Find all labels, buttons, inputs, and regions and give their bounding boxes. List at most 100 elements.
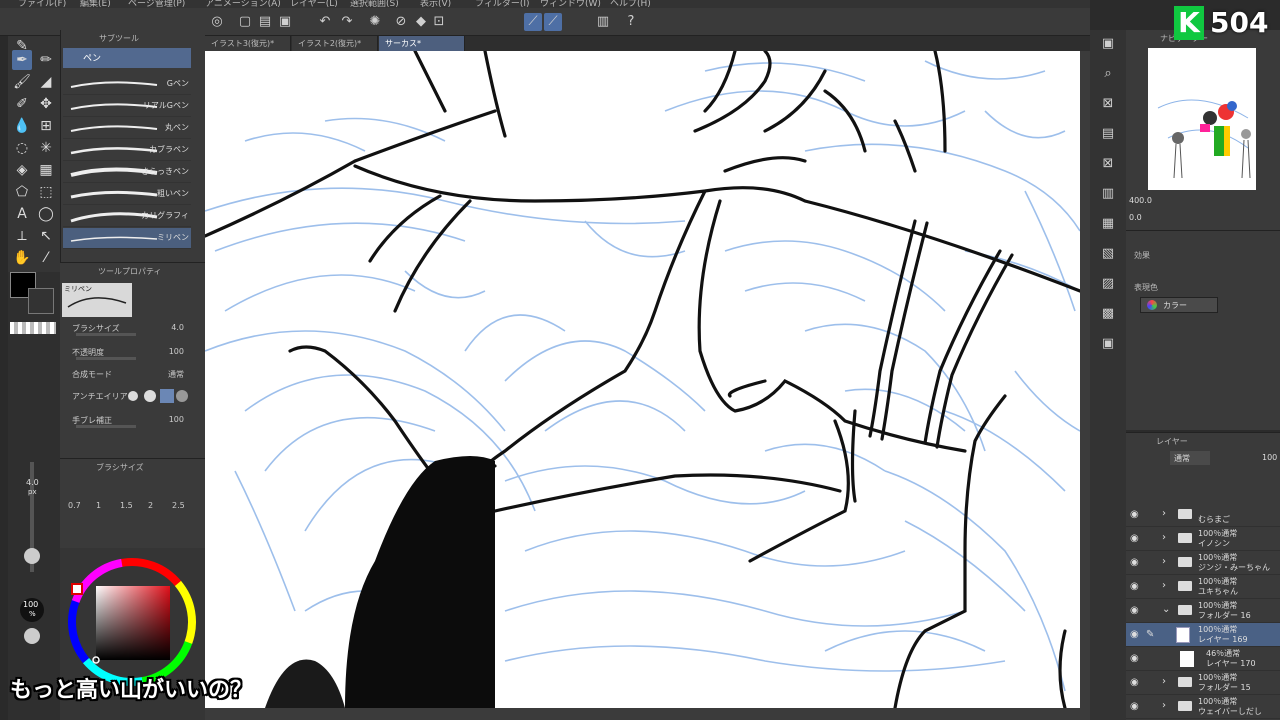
angle-readout[interactable]: 0.0 bbox=[1129, 213, 1142, 222]
panel-icon[interactable]: ▣ bbox=[1098, 34, 1118, 54]
transform-icon[interactable]: ⊡ bbox=[430, 13, 448, 31]
brush-size-option[interactable]: 0.7 bbox=[68, 501, 81, 510]
opacity-slider-thumb[interactable] bbox=[24, 628, 40, 644]
horizontal-scrollbar[interactable] bbox=[205, 708, 1080, 720]
snap-icon[interactable]: ⟋ bbox=[544, 13, 562, 31]
menu-filter[interactable]: フィルター(I) bbox=[475, 0, 530, 8]
text-tool-icon[interactable]: A bbox=[12, 204, 32, 224]
menu-view[interactable]: 表示(V) bbox=[420, 0, 451, 8]
layer-opacity[interactable]: 100 bbox=[1262, 453, 1277, 462]
navigator-thumbnail[interactable] bbox=[1148, 48, 1256, 190]
drawing-canvas[interactable] bbox=[205, 51, 1080, 708]
vertical-scrollbar[interactable] bbox=[1080, 51, 1090, 720]
layer-row[interactable]: ◉ 46％通常 レイヤー 170 bbox=[1126, 647, 1280, 671]
ruler-tool-icon[interactable]: ⟂ bbox=[12, 226, 32, 246]
undo-icon[interactable]: ↶ bbox=[316, 13, 334, 31]
layer-row[interactable]: ◉ ⌄ 100％通常 フォルダー 16 bbox=[1126, 599, 1280, 623]
tab-illust3[interactable]: イラスト3(復元)* bbox=[205, 36, 291, 51]
eyedropper-tool-icon[interactable]: ⁄ bbox=[36, 248, 56, 268]
fill-tool-icon[interactable]: ◈ bbox=[12, 160, 32, 180]
operation-tool-icon[interactable]: ↖ bbox=[36, 226, 56, 246]
brush-item[interactable]: カブラペン bbox=[63, 140, 191, 161]
panel-icon[interactable]: ⊠ bbox=[1098, 94, 1118, 114]
lasso-tool-icon[interactable]: ◌ bbox=[12, 138, 32, 158]
menu-file[interactable]: ファイル(F) bbox=[18, 0, 66, 8]
brush-item[interactable]: Gペン bbox=[63, 74, 191, 95]
redo-icon[interactable]: ↷ bbox=[338, 13, 356, 31]
layer-thumbnail bbox=[1180, 651, 1194, 667]
layer-row[interactable]: ◉ › 100％通常 ウェイバーしだし bbox=[1126, 695, 1280, 719]
tab-illust2[interactable]: イラスト2(復元)* bbox=[292, 36, 378, 51]
fill-icon[interactable]: ◆ bbox=[412, 13, 430, 31]
menu-selection[interactable]: 選択範囲(S) bbox=[350, 0, 399, 8]
move-tool-icon[interactable]: ✥ bbox=[36, 94, 56, 114]
brush-tool-icon[interactable]: 🖌 bbox=[12, 72, 32, 92]
layer-row[interactable]: ◉ › 100％通常 フォルダー 15 bbox=[1126, 671, 1280, 695]
pencil-tool-icon[interactable]: ✏ bbox=[36, 50, 56, 70]
settings-icon[interactable]: ▥ bbox=[594, 13, 612, 31]
blend-tool-icon[interactable]: 💧 bbox=[12, 116, 32, 136]
menu-layer[interactable]: レイヤー(L) bbox=[290, 0, 338, 8]
hand-tool-icon[interactable]: ✋ bbox=[12, 248, 32, 268]
select-tool-icon[interactable]: ⬚ bbox=[36, 182, 56, 202]
panel-icon[interactable]: ▧ bbox=[1098, 244, 1118, 264]
pen-tool-icon[interactable]: ✒ bbox=[12, 50, 32, 70]
tab-circus[interactable]: サーカス* bbox=[379, 36, 465, 51]
size-slider-thumb[interactable] bbox=[24, 548, 40, 564]
panel-icon[interactable]: ▣ bbox=[1098, 334, 1118, 354]
brush-size-option[interactable]: 1.5 bbox=[120, 501, 133, 510]
menu-window[interactable]: ウィンドウ(W) bbox=[540, 0, 601, 8]
dropper-tool-icon[interactable]: ✐ bbox=[12, 94, 32, 114]
open-file-icon[interactable]: ▤ bbox=[256, 13, 274, 31]
panel-icon[interactable]: ▨ bbox=[1098, 274, 1118, 294]
property-row[interactable]: ブラシサイズ 4.0 bbox=[72, 321, 192, 337]
panel-icon[interactable]: ▩ bbox=[1098, 304, 1118, 324]
panel-icon[interactable]: ▥ bbox=[1098, 184, 1118, 204]
brush-item-selected[interactable]: ミリペン bbox=[63, 228, 191, 249]
property-row[interactable]: アンチエイリアス bbox=[72, 389, 192, 405]
layer-row[interactable]: ◉ › 100％通常 ユキちゃん bbox=[1126, 575, 1280, 599]
gradient-tool-icon[interactable]: ▦ bbox=[36, 160, 56, 180]
mesh-tool-icon[interactable]: ⊞ bbox=[36, 116, 56, 136]
menu-edit[interactable]: 編集(E) bbox=[80, 0, 111, 8]
property-row[interactable]: 合成モード 通常 bbox=[72, 367, 192, 383]
menu-page[interactable]: ページ管理(P) bbox=[128, 0, 185, 8]
property-row[interactable]: 不透明度 100 bbox=[72, 345, 192, 361]
expression-color-select[interactable]: カラー bbox=[1140, 297, 1218, 313]
search-icon[interactable]: ⌕ bbox=[1098, 64, 1118, 84]
blend-mode-select[interactable]: 通常 bbox=[1170, 451, 1210, 465]
brush-item[interactable]: リアルGペン bbox=[63, 96, 191, 117]
panel-icon[interactable]: ▤ bbox=[1098, 124, 1118, 144]
brush-size-option[interactable]: 2.5 bbox=[172, 501, 185, 510]
clip-studio-icon[interactable]: ◎ bbox=[208, 13, 226, 31]
brush-size-option[interactable]: 2 bbox=[148, 501, 153, 510]
brush-item[interactable]: さらっきペン bbox=[63, 162, 191, 183]
brush-item[interactable]: 丸ペン bbox=[63, 118, 191, 139]
property-row[interactable]: 手ブレ補正 100 bbox=[72, 413, 192, 429]
help-icon[interactable]: ? bbox=[622, 13, 640, 31]
magic-wand-icon[interactable]: ✳ bbox=[36, 138, 56, 158]
balloon-tool-icon[interactable]: ◯ bbox=[36, 204, 56, 224]
eraser-tool-icon[interactable]: ◢ bbox=[36, 72, 56, 92]
layer-row-selected[interactable]: ◉ ✎ 100％通常 レイヤー 169 bbox=[1126, 623, 1280, 647]
brush-item[interactable]: カリグラフィ bbox=[63, 206, 191, 227]
zoom-readout[interactable]: 400.0 bbox=[1129, 196, 1152, 205]
figure-tool-icon[interactable]: ⬠ bbox=[12, 182, 32, 202]
stabilize-icon[interactable]: ⟋ bbox=[524, 13, 542, 31]
new-file-icon[interactable]: ▢ bbox=[236, 13, 254, 31]
clear-icon[interactable]: ⊘ bbox=[392, 13, 410, 31]
transparent-swatch[interactable] bbox=[10, 322, 56, 334]
save-icon[interactable]: ▣ bbox=[276, 13, 294, 31]
brush-size-option[interactable]: 1 bbox=[96, 501, 101, 510]
panel-icon[interactable]: ▦ bbox=[1098, 214, 1118, 234]
subtool-group[interactable]: ペン bbox=[63, 48, 191, 68]
sub-color-swatch[interactable] bbox=[28, 288, 54, 314]
panel-icon[interactable]: ⊠ bbox=[1098, 154, 1118, 174]
brush-item[interactable]: 粗いペン bbox=[63, 184, 191, 205]
loading-icon[interactable]: ✺ bbox=[366, 13, 384, 31]
menu-help[interactable]: ヘルプ(H) bbox=[610, 0, 651, 8]
layer-row[interactable]: ◉ › 100％通常 ジンジ・みーちゃん bbox=[1126, 551, 1280, 575]
layer-row[interactable]: ◉ › むらまご bbox=[1126, 503, 1280, 527]
menu-animation[interactable]: アニメーション(A) bbox=[205, 0, 281, 8]
layer-row[interactable]: ◉ › 100％通常 イノシン bbox=[1126, 527, 1280, 551]
